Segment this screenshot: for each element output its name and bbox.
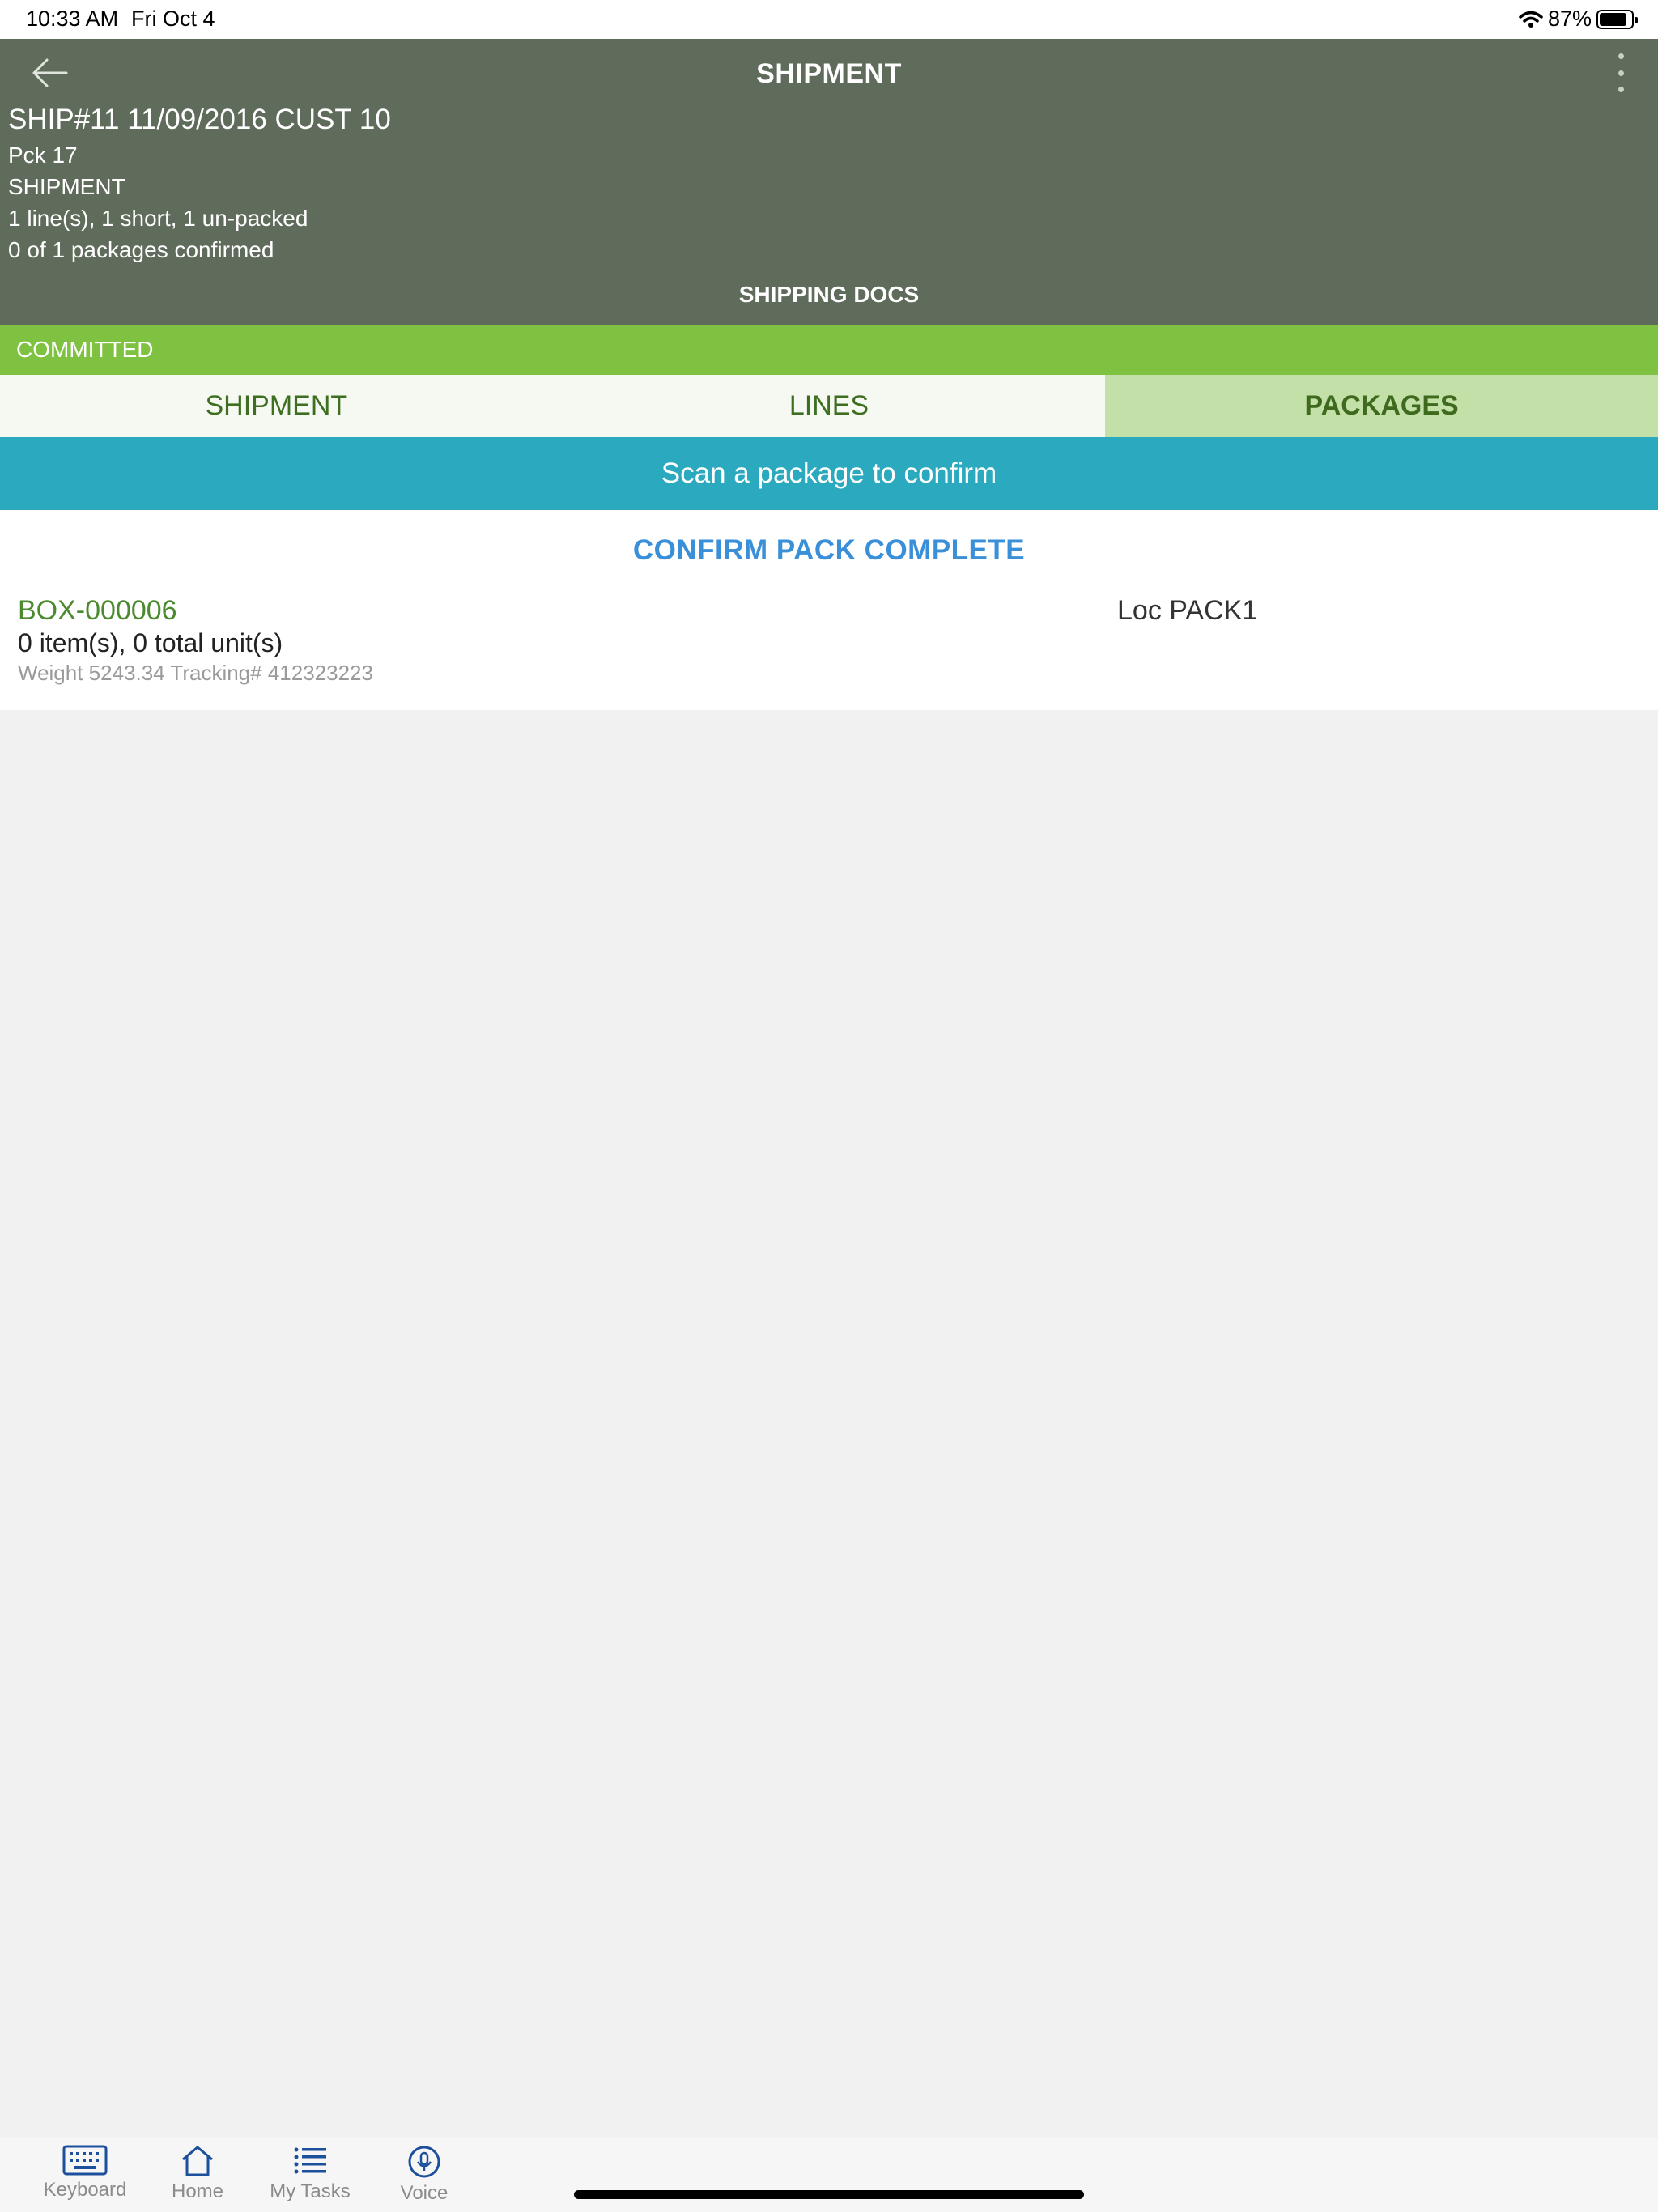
toolbar-voice-label: Voice	[400, 2182, 449, 2204]
tab-bar: SHIPMENT LINES PACKAGES	[0, 375, 1658, 437]
package-list: CONFIRM PACK COMPLETE BOX-000006 Loc PAC…	[0, 510, 1658, 710]
battery-percent: 87%	[1547, 6, 1592, 31]
app-screen: 10:33 AM Fri Oct 4 87% SHIPMENT SHIP#11 …	[0, 0, 1658, 2212]
microphone-icon	[408, 2146, 440, 2178]
shipment-type: SHIPMENT	[8, 174, 125, 199]
list-icon	[294, 2147, 326, 2174]
scan-prompt: Scan a package to confirm	[0, 437, 1658, 510]
toolbar-keyboard-button[interactable]: Keyboard	[28, 2145, 142, 2201]
status-date: Fri Oct 4	[131, 6, 215, 31]
page-title: SHIPMENT	[756, 58, 902, 89]
package-name: BOX-000006	[18, 595, 177, 626]
status-bar: 10:33 AM Fri Oct 4 87%	[0, 0, 1658, 39]
shipping-docs-button[interactable]: SHIPPING DOCS	[0, 282, 1658, 308]
toolbar-keyboard-label: Keyboard	[43, 2179, 127, 2201]
status-badge: COMMITTED	[0, 325, 1658, 375]
confirm-pack-complete-button[interactable]: CONFIRM PACK COMPLETE	[0, 534, 1658, 567]
package-counts: 0 item(s), 0 total unit(s)	[18, 628, 283, 657]
toolbar-home-button[interactable]: Home	[141, 2145, 254, 2203]
package-summary: 0 of 1 packages confirmed	[8, 237, 274, 262]
shipment-header: SHIPMENT SHIP#11 11/09/2016 CUST 10 Pck …	[0, 39, 1658, 325]
tab-shipment[interactable]: SHIPMENT	[0, 375, 553, 437]
toolbar-voice-button[interactable]: Voice	[368, 2145, 481, 2205]
status-indicators: 87%	[1519, 6, 1638, 32]
package-meta: Weight 5243.34 Tracking# 412323223	[18, 661, 373, 685]
status-time: 10:33 AM	[26, 6, 119, 31]
bottom-toolbar: Keyboard Home My Tasks Voice	[0, 2138, 1658, 2212]
toolbar-tasks-label: My Tasks	[270, 2180, 351, 2202]
tab-packages[interactable]: PACKAGES	[1105, 375, 1658, 437]
pick-number: Pck 17	[8, 143, 78, 168]
line-summary: 1 line(s), 1 short, 1 un-packed	[8, 206, 308, 231]
battery-icon	[1596, 9, 1638, 29]
home-indicator[interactable]	[574, 2190, 1084, 2199]
keyboard-icon	[62, 2145, 108, 2176]
more-menu-button[interactable]	[1614, 53, 1627, 92]
toolbar-tasks-button[interactable]: My Tasks	[253, 2145, 367, 2203]
toolbar-home-label: Home	[171, 2180, 224, 2202]
wifi-icon	[1519, 11, 1543, 28]
more-vertical-icon	[1618, 53, 1624, 59]
home-icon	[182, 2146, 213, 2176]
package-location: Loc PACK1	[1117, 595, 1258, 626]
battery-fill	[1600, 12, 1626, 26]
shipment-id: SHIP#11 11/09/2016 CUST 10	[8, 104, 391, 135]
tab-lines[interactable]: LINES	[553, 375, 1106, 437]
